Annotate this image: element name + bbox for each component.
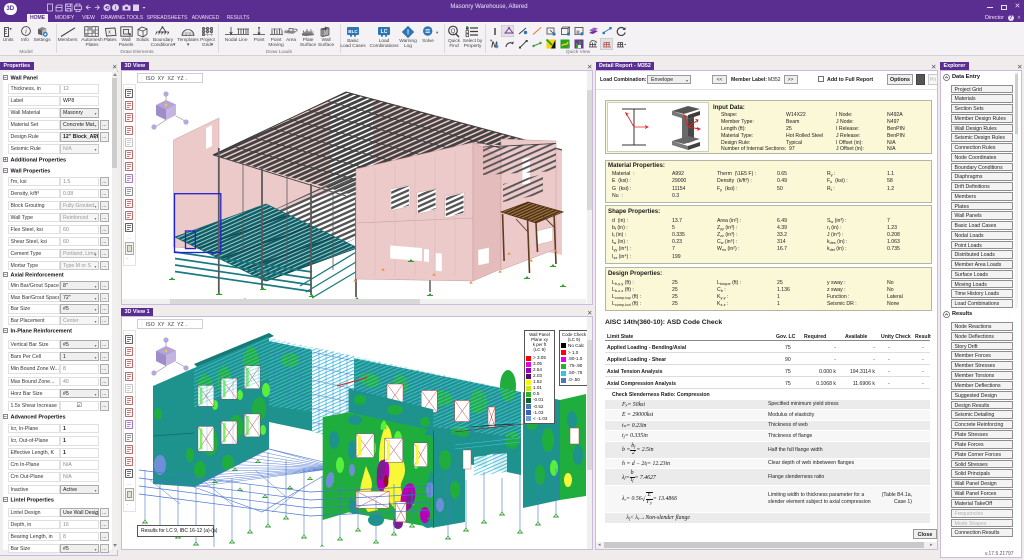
svg-text:!: ! (407, 29, 409, 36)
svg-text:i: i (25, 28, 27, 36)
svg-text:N: N (491, 40, 497, 49)
svg-text:Q: Q (451, 29, 456, 35)
svg-text:LC: LC (381, 29, 388, 35)
svg-text:BLC: BLC (348, 29, 358, 34)
svg-text:I: I (493, 27, 496, 36)
